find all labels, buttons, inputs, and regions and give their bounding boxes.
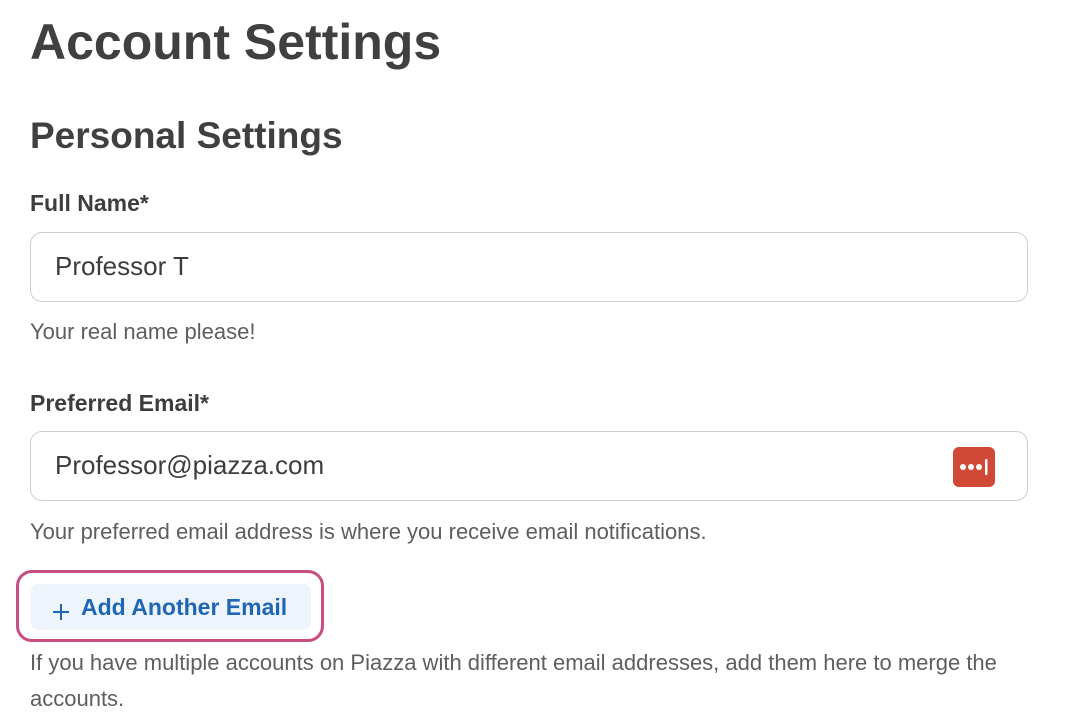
- add-email-highlight: Add Another Email: [16, 570, 324, 642]
- preferred-email-input[interactable]: [55, 432, 935, 499]
- merge-accounts-help-text: If you have multiple accounts on Piazza …: [30, 650, 997, 711]
- account-settings-page: Account Settings Personal Settings Full …: [0, 0, 1068, 728]
- full-name-field[interactable]: [30, 232, 1028, 302]
- full-name-help-text: Your real name please!: [30, 319, 256, 344]
- page-title: Account Settings: [30, 14, 442, 70]
- add-another-email-label: Add Another Email: [81, 593, 288, 620]
- plus-icon: [53, 599, 69, 620]
- preferred-email-help-text: Your preferred email address is where yo…: [30, 519, 707, 544]
- add-another-email-button[interactable]: Add Another Email: [31, 584, 311, 630]
- password-manager-icon[interactable]: [953, 447, 995, 487]
- section-title-personal-settings: Personal Settings: [30, 115, 343, 156]
- preferred-email-label: Preferred Email*: [30, 390, 209, 416]
- preferred-email-field[interactable]: [30, 431, 1028, 501]
- full-name-input[interactable]: [55, 233, 935, 300]
- full-name-label: Full Name*: [30, 190, 149, 216]
